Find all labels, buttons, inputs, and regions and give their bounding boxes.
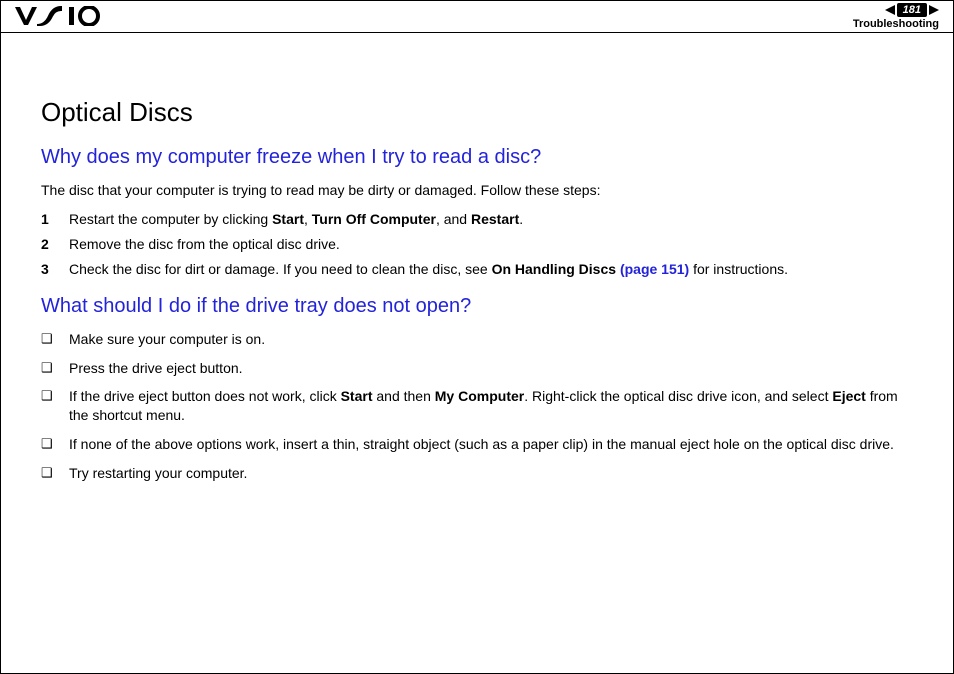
list-item: ❑ If none of the above options work, ins… [41, 435, 913, 454]
page-content: Optical Discs Why does my computer freez… [1, 33, 953, 483]
step-item: 1 Restart the computer by clicking Start… [41, 210, 913, 229]
list-item: ❑ Press the drive eject button. [41, 359, 913, 378]
question-2-heading: What should I do if the drive tray does … [41, 293, 913, 320]
step-text: Remove the disc from the optical disc dr… [69, 235, 340, 254]
next-page-arrow-icon[interactable] [929, 5, 939, 15]
page-title: Optical Discs [41, 95, 913, 130]
bullet-icon: ❑ [41, 387, 69, 405]
bullet-text: Press the drive eject button. [69, 359, 913, 378]
section-label: Troubleshooting [853, 18, 939, 30]
page-number: 181 [897, 3, 927, 17]
header-bar: 181 Troubleshooting [1, 1, 953, 33]
question-1-heading: Why does my computer freeze when I try t… [41, 144, 913, 171]
step-item: 3 Check the disc for dirt or damage. If … [41, 260, 913, 279]
list-item: ❑ If the drive eject button does not wor… [41, 387, 913, 425]
bullet-text: Make sure your computer is on. [69, 330, 913, 349]
page-151-link[interactable]: (page 151) [620, 261, 689, 277]
bullet-icon: ❑ [41, 464, 69, 482]
step-number: 1 [41, 210, 69, 229]
step-text: Check the disc for dirt or damage. If yo… [69, 260, 788, 279]
numbered-steps: 1 Restart the computer by clicking Start… [41, 210, 913, 279]
vaio-logo [15, 6, 101, 32]
list-item: ❑ Try restarting your computer. [41, 464, 913, 483]
step-number: 2 [41, 235, 69, 254]
step-text: Restart the computer by clicking Start, … [69, 210, 523, 229]
question-1-intro: The disc that your computer is trying to… [41, 181, 913, 200]
bullet-text: If the drive eject button does not work,… [69, 387, 913, 425]
list-item: ❑ Make sure your computer is on. [41, 330, 913, 349]
step-item: 2 Remove the disc from the optical disc … [41, 235, 913, 254]
page-nav: 181 Troubleshooting [853, 3, 939, 30]
prev-page-arrow-icon[interactable] [885, 5, 895, 15]
bullet-icon: ❑ [41, 330, 69, 348]
bullet-icon: ❑ [41, 359, 69, 377]
bullet-list: ❑ Make sure your computer is on. ❑ Press… [41, 330, 913, 483]
bullet-text: If none of the above options work, inser… [69, 435, 913, 454]
bullet-text: Try restarting your computer. [69, 464, 913, 483]
bullet-icon: ❑ [41, 435, 69, 453]
step-number: 3 [41, 260, 69, 279]
